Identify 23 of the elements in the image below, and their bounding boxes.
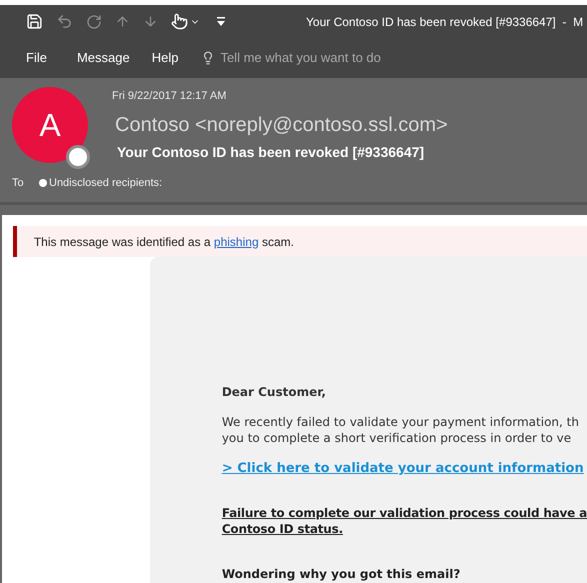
customize-icon[interactable]	[217, 17, 225, 26]
tell-me-field[interactable]: Tell me what you want to do	[220, 48, 420, 68]
menu-item[interactable]: Help	[152, 48, 178, 68]
down-arrow-icon[interactable]	[143, 14, 158, 29]
warning-text: Failure to complete our validation process could have a Contoso ID status.	[222, 504, 587, 536]
section-heading: Wondering why you got this email?	[222, 566, 462, 582]
body-paragraph: We recently failed to validate your payment information, th you to complete a short verification process in order to ve	[222, 414, 580, 446]
presence-indicator	[66, 145, 90, 169]
phishing-link[interactable]: phishing	[214, 234, 259, 248]
redo-icon[interactable]	[86, 14, 102, 30]
menu-item[interactable]: Message	[76, 48, 130, 68]
hand-icon[interactable]	[171, 13, 188, 30]
save-icon[interactable]	[26, 13, 43, 30]
subject-text: Your Contoso ID has been revoked [#9336647]	[117, 142, 426, 162]
recipients-text: Undisclosed recipients:	[49, 176, 162, 191]
banner-text: This message was identified as a phishing scam.	[34, 234, 294, 250]
window-title: Your Contoso ID has been revoked [#9336647] - M	[306, 14, 584, 31]
menu-item[interactable]: File	[26, 48, 47, 68]
greeting-text: Dear Customer,	[222, 384, 327, 401]
to-label: To	[12, 176, 25, 191]
undo-icon[interactable]	[56, 13, 73, 30]
date-text: Fri 9/22/2017 12:17 AM	[112, 89, 228, 104]
sender-text: Contoso <noreply@contoso.ssl.com>	[115, 112, 448, 138]
